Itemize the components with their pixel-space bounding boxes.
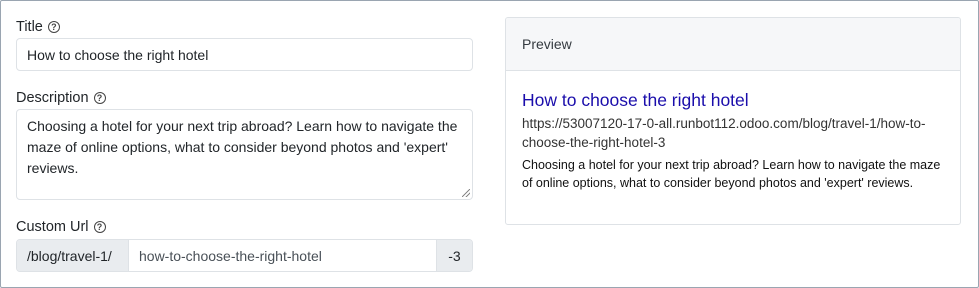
custom-url-label: Custom Url ? [16,217,473,237]
custom-url-input[interactable]: how-to-choose-the-right-hotel [129,240,436,271]
title-label-text: Title [16,19,43,35]
serp-title: How to choose the right hotel [522,90,749,110]
custom-url-label-text: Custom Url [16,219,89,235]
help-icon[interactable]: ? [93,92,106,104]
custom-url-group: /blog/travel-1/ how-to-choose-the-right-… [16,239,473,272]
resize-grip-icon[interactable] [462,189,470,197]
description-label-text: Description [16,90,89,106]
url-prefix: /blog/travel-1/ [17,240,129,271]
description-textarea-value: Choosing a hotel for your next trip abro… [27,118,458,176]
title-input[interactable]: How to choose the right hotel [16,38,473,71]
serp-url: https://53007120-17-0-all.runbot112.odoo… [522,116,926,150]
description-textarea[interactable]: Choosing a hotel for your next trip abro… [16,109,473,200]
help-icon[interactable]: ? [93,221,106,233]
serp-description: Choosing a hotel for your next trip abro… [522,158,941,190]
title-label: Title ? [16,17,473,37]
url-suffix: -3 [436,240,472,271]
description-label: Description ? [16,88,473,108]
help-icon[interactable]: ? [47,21,60,33]
serp-preview: How to choose the right hotel https://53… [506,71,960,192]
preview-header: Preview [506,18,960,71]
title-input-value: How to choose the right hotel [27,46,209,63]
preview-panel: Preview How to choose the right hotel ht… [505,17,961,225]
seo-form: Title ? How to choose the right hotel De… [16,17,473,272]
